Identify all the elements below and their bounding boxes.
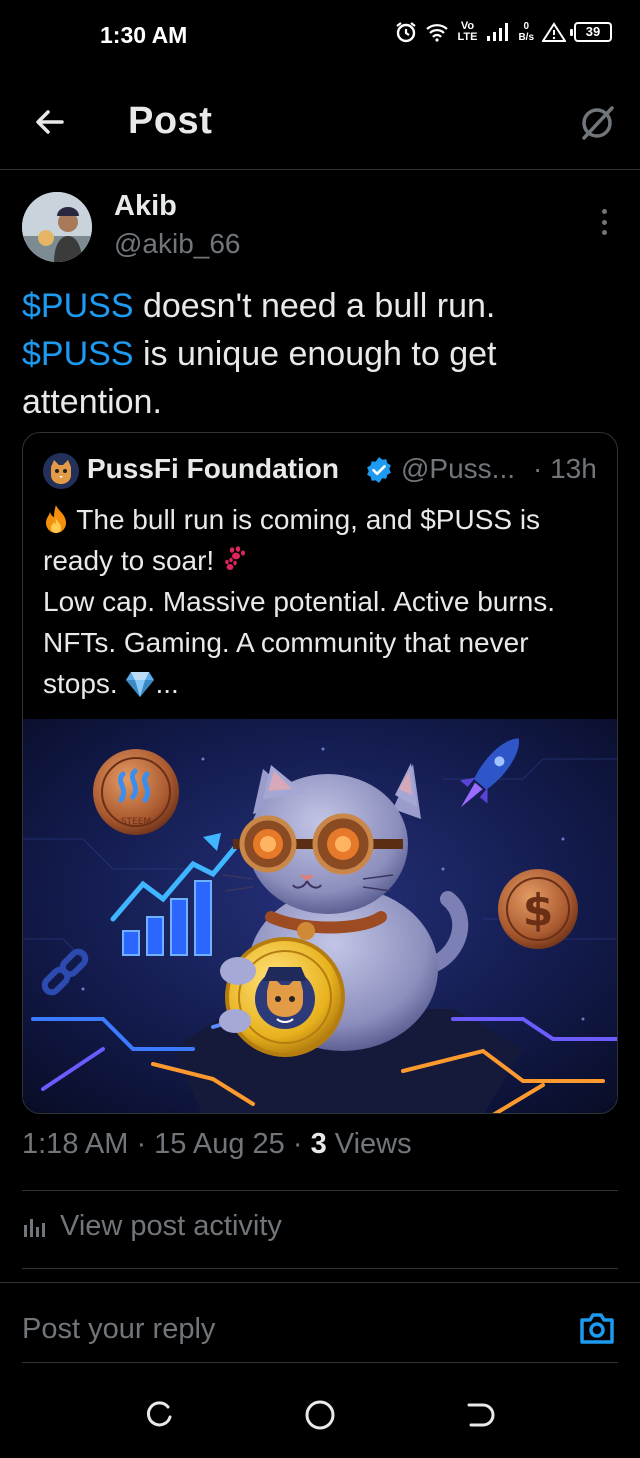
battery-indicator: 39 <box>570 22 612 42</box>
back-gesture-icon[interactable] <box>463 1398 497 1432</box>
quoted-post-text: The bull run is coming, and $PUSS is rea… <box>43 504 556 699</box>
analytics-icon <box>24 1218 45 1237</box>
divider <box>0 1282 640 1283</box>
author-handle[interactable]: @akib_66 <box>114 228 241 260</box>
fire-emoji-icon <box>46 505 66 533</box>
status-time: 1:30 AM <box>100 22 188 48</box>
back-arrow-icon[interactable] <box>30 102 70 142</box>
svg-text:$: $ <box>523 885 554 936</box>
steem-coin-label: STEEM <box>121 817 151 827</box>
app-header: Post <box>0 72 640 170</box>
system-navigation-bar <box>0 1380 640 1458</box>
avatar-image <box>22 192 92 262</box>
quoted-author-handle: @Puss... <box>401 453 516 484</box>
view-post-activity-button[interactable]: View post activity <box>22 1210 282 1243</box>
paw-prints-emoji-icon <box>225 546 245 570</box>
quoted-post-image[interactable]: STEEM $ <box>23 719 618 1114</box>
camera-icon[interactable] <box>578 1310 616 1346</box>
divider <box>22 1268 618 1269</box>
alarm-icon <box>396 22 417 43</box>
view-post-activity-label: View post activity <box>60 1210 282 1242</box>
wifi-icon <box>426 24 449 42</box>
cat-logo-icon <box>43 453 79 489</box>
status-icons: Vo LTE 0 B/s 39 <box>394 20 612 44</box>
verified-badge-icon <box>367 457 391 483</box>
author-avatar[interactable] <box>22 192 92 262</box>
more-options-icon[interactable] <box>596 206 612 238</box>
gem-emoji-icon <box>126 672 155 697</box>
warning-icon <box>542 22 566 42</box>
home-icon[interactable] <box>303 1398 337 1432</box>
status-bar: 1:30 AM Vo LTE 0 B/s 39 <box>0 0 640 72</box>
cashtag-link[interactable]: $PUSS <box>22 335 134 373</box>
quoted-author-avatar[interactable] <box>43 453 79 489</box>
reply-input[interactable] <box>22 1306 542 1352</box>
page-title: Post <box>128 100 213 142</box>
cashtag-link[interactable]: $PUSS <box>22 287 134 325</box>
post-timestamp: 1:18 AM · 15 Aug 25 · 3 Views <box>22 1128 412 1160</box>
quoted-post-time: · 13h <box>533 453 597 484</box>
network-type: Vo LTE <box>457 20 478 43</box>
divider <box>22 1362 618 1363</box>
post-text: $PUSS doesn't need a bull run. $PUSS is … <box>22 287 497 421</box>
views-count: 3 <box>310 1128 327 1160</box>
data-speed: 0 B/s <box>518 21 534 43</box>
recent-apps-icon[interactable] <box>143 1398 177 1432</box>
signal-icon <box>487 23 509 41</box>
quoted-post[interactable]: PussFi Foundation @Puss... · 13h The bul… <box>22 432 618 1114</box>
grok-icon[interactable] <box>576 102 618 144</box>
divider <box>22 1190 618 1191</box>
quoted-author-name[interactable]: PussFi Foundation <box>87 453 339 485</box>
author-name[interactable]: Akib <box>114 190 177 223</box>
